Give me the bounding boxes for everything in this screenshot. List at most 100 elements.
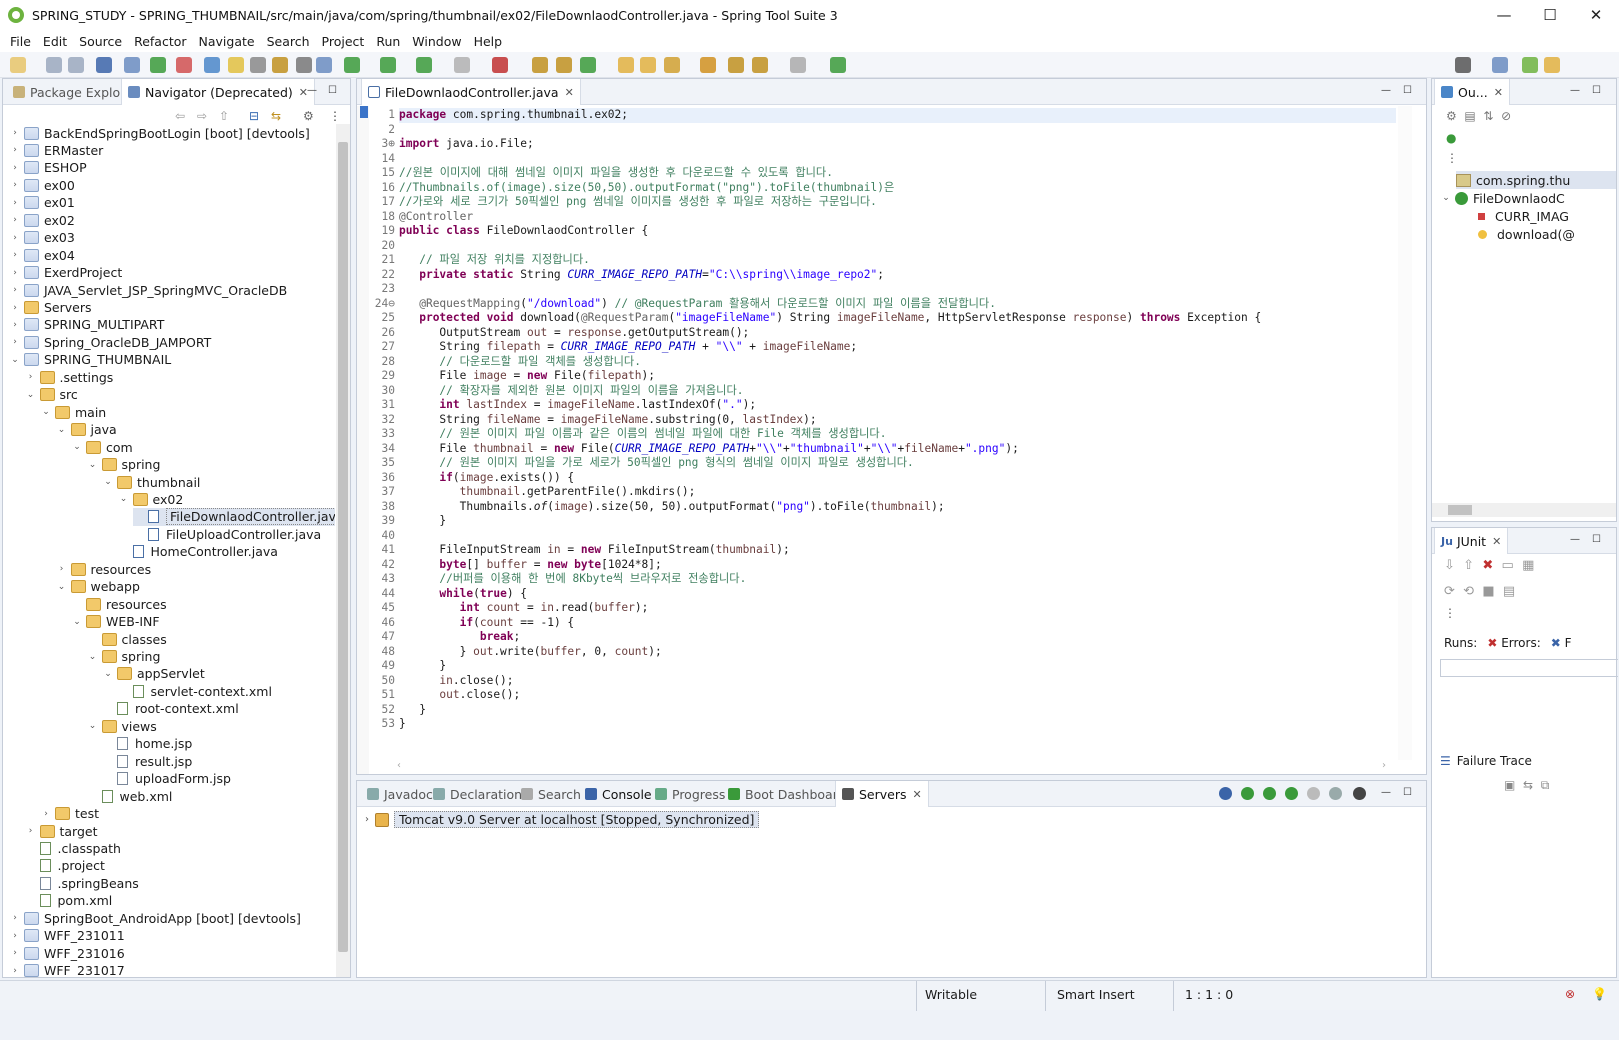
collapse-icon[interactable]: ⌄ bbox=[9, 355, 21, 365]
search-tb-icon[interactable] bbox=[664, 57, 680, 73]
expand-icon[interactable]: › bbox=[9, 215, 21, 225]
collapse-icon[interactable]: ⌄ bbox=[1440, 193, 1452, 203]
debug-run-icon[interactable] bbox=[344, 57, 360, 73]
outline-hscroll[interactable] bbox=[1432, 503, 1616, 517]
menu-project[interactable]: Project bbox=[316, 34, 371, 49]
outline-method[interactable]: download(@ bbox=[1478, 225, 1575, 243]
menu-search[interactable]: Search bbox=[261, 34, 316, 49]
link-editor-icon[interactable]: ⇆ bbox=[271, 109, 281, 123]
code-line[interactable]: String fileName = imageFileName.substrin… bbox=[399, 413, 816, 428]
code-area[interactable]: 1 package com.spring.thumbnail.ex02; 2 3⊕ im… bbox=[367, 106, 1396, 760]
rerun-icon[interactable]: ⟳ bbox=[1444, 584, 1455, 599]
focus-icon[interactable]: ● bbox=[1446, 131, 1456, 145]
tree-item[interactable]: .project bbox=[25, 857, 105, 875]
code-line[interactable]: File image = new File(filepath); bbox=[399, 369, 655, 384]
save-all-icon[interactable] bbox=[68, 57, 84, 73]
close-icon[interactable]: ✕ bbox=[913, 788, 922, 801]
expand-icon[interactable]: › bbox=[9, 250, 21, 260]
expand-icon[interactable]: › bbox=[9, 180, 21, 190]
code-line[interactable]: // 원본 이미지 파일을 가로 세로가 50픽셀인 png 형식의 썸네일 이… bbox=[399, 456, 913, 471]
collapse-icon[interactable]: ⌄ bbox=[40, 407, 52, 417]
tree-item[interactable]: ⌄ main bbox=[40, 403, 106, 421]
expand-icon[interactable]: › bbox=[9, 128, 21, 138]
new-server-action-icon[interactable] bbox=[1219, 787, 1232, 800]
tree-item[interactable]: › Servers bbox=[9, 299, 91, 317]
menu-navigate[interactable]: Navigate bbox=[193, 34, 261, 49]
tree-item[interactable]: › ex02 bbox=[9, 211, 75, 229]
tree-item[interactable]: › SPRING_MULTIPART bbox=[9, 316, 164, 334]
stop-server-icon[interactable] bbox=[454, 57, 470, 73]
collapse-icon[interactable]: ⌄ bbox=[71, 617, 83, 627]
expand-icon[interactable]: › bbox=[25, 372, 37, 382]
perspective-open-icon[interactable] bbox=[1492, 57, 1508, 73]
tree-item[interactable]: ⌄ ex02 bbox=[118, 490, 184, 508]
collapse-icon[interactable]: ⌄ bbox=[87, 652, 99, 662]
expand-icon[interactable]: › bbox=[56, 564, 68, 574]
open-folder-icon[interactable] bbox=[618, 57, 634, 73]
code-line[interactable]: } bbox=[399, 514, 446, 529]
back-nav-icon[interactable] bbox=[752, 57, 768, 73]
tree-item[interactable]: ⌄ webapp bbox=[56, 578, 140, 596]
code-line[interactable]: int lastIndex = imageFileName.lastIndexO… bbox=[399, 398, 756, 413]
expand-icon[interactable]: › bbox=[9, 913, 21, 923]
view-menu-icon[interactable]: ⋮ bbox=[329, 109, 341, 123]
code-line[interactable]: package com.spring.thumbnail.ex02; bbox=[399, 108, 1396, 123]
tree-item[interactable]: › test bbox=[40, 805, 99, 823]
view-menu-icon[interactable] bbox=[1353, 787, 1366, 800]
open-task-icon[interactable] bbox=[640, 57, 656, 73]
layout-icon[interactable]: ▦ bbox=[1522, 558, 1534, 573]
expand-icon[interactable]: › bbox=[365, 814, 369, 825]
code-line[interactable]: @Controller bbox=[399, 210, 473, 225]
minimize-view-icon[interactable]: — bbox=[307, 85, 317, 96]
expand-icon[interactable]: › bbox=[9, 948, 21, 958]
expand-icon[interactable]: › bbox=[9, 268, 21, 278]
close-icon[interactable]: ✕ bbox=[1492, 535, 1501, 548]
tree-item[interactable]: resources bbox=[71, 595, 167, 613]
tree-item[interactable]: › Spring_OracleDB_JAMPORT bbox=[9, 333, 211, 351]
code-line[interactable]: // 다운로드할 파일 객체를 생성합니다. bbox=[399, 355, 641, 370]
tree-item[interactable]: › ExerdProject bbox=[9, 264, 122, 282]
tree-item[interactable]: › SpringBoot_AndroidApp [boot] [devtools] bbox=[9, 909, 301, 927]
tree-scrollbar[interactable] bbox=[336, 124, 350, 977]
tree-item[interactable]: › resources bbox=[56, 560, 151, 578]
code-line[interactable]: private static String CURR_IMAGE_REPO_PA… bbox=[399, 268, 884, 283]
history-icon[interactable]: ▤ bbox=[1503, 584, 1515, 599]
menu-help[interactable]: Help bbox=[468, 34, 509, 49]
code-line[interactable]: // 확장자를 제외한 원본 이미지 파일의 이름을 가져옵니다. bbox=[399, 384, 743, 399]
annotation-icon[interactable] bbox=[700, 57, 716, 73]
editor-vscroll[interactable] bbox=[1398, 106, 1412, 760]
maximize-view-icon[interactable]: ☐ bbox=[1592, 85, 1601, 96]
expand-icon[interactable]: › bbox=[9, 966, 21, 976]
minimize-button[interactable]: — bbox=[1481, 0, 1527, 30]
outline-field[interactable]: CURR_IMAG bbox=[1478, 207, 1569, 225]
show-whitespace-icon[interactable] bbox=[296, 57, 312, 73]
minimize-view-icon[interactable]: — bbox=[1570, 85, 1580, 96]
tree-item[interactable]: › .settings bbox=[25, 368, 114, 386]
tree-item[interactable]: home.jsp bbox=[102, 735, 192, 753]
perspective-java-icon[interactable] bbox=[1544, 57, 1560, 73]
tree-item[interactable]: ⌄ java bbox=[56, 421, 117, 439]
tree-item[interactable]: servlet-context.xml bbox=[118, 682, 272, 700]
expand-icon[interactable]: › bbox=[9, 320, 21, 330]
server-row[interactable]: › Tomcat v9.0 Server at localhost [Stopp… bbox=[365, 811, 760, 828]
sort-icon[interactable]: ⇅ bbox=[1483, 109, 1493, 123]
menu-run[interactable]: Run bbox=[370, 34, 406, 49]
hide-static-icon[interactable]: ▤ bbox=[1464, 109, 1475, 123]
external-tools-icon[interactable] bbox=[492, 57, 508, 73]
tree-item[interactable]: root-context.xml bbox=[102, 700, 239, 718]
tree-item[interactable]: ⌄ appServlet bbox=[102, 665, 205, 683]
expand-icon[interactable]: › bbox=[9, 163, 21, 173]
up-icon[interactable]: ⇧ bbox=[219, 109, 229, 123]
maximize-view-icon[interactable]: ☐ bbox=[1592, 534, 1601, 545]
tree-item[interactable]: ⌄ WEB-INF bbox=[71, 613, 159, 631]
tree-item[interactable]: HomeController.java bbox=[118, 543, 278, 561]
tips-icon[interactable]: 💡 bbox=[1592, 987, 1607, 1001]
debug-server-icon[interactable] bbox=[1241, 787, 1254, 800]
pin-editor-icon[interactable] bbox=[830, 57, 846, 73]
stop-icon[interactable]: ■ bbox=[1482, 584, 1494, 599]
tree-item[interactable]: web.xml bbox=[87, 787, 172, 805]
filter-trace-icon[interactable]: ▣ bbox=[1504, 778, 1515, 792]
code-line[interactable]: //가로와 세로 크기가 50픽셀인 png 썸네일 이미지를 생성한 후 파일… bbox=[399, 195, 877, 210]
forward-nav-icon[interactable] bbox=[790, 57, 806, 73]
tab-boot-dashboard[interactable]: Boot Dashboard bbox=[722, 781, 852, 807]
